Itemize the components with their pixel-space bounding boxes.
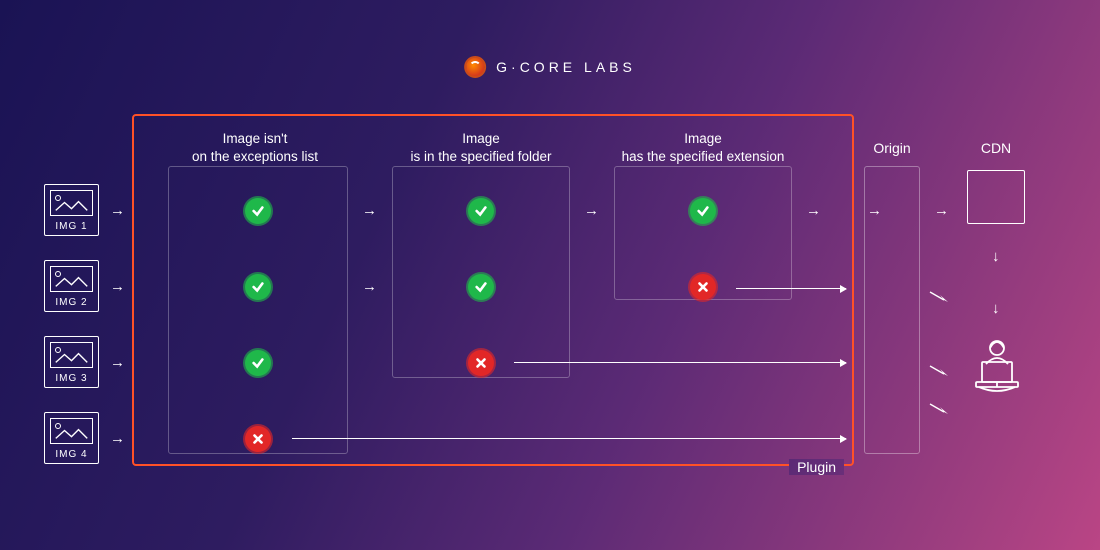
- cross-icon: [245, 426, 271, 452]
- arrow-right-icon: →: [110, 354, 125, 371]
- column-exceptions-label: Image isn't on the exceptions list: [170, 130, 340, 166]
- image-tile-1: IMG 1: [44, 184, 99, 236]
- cdn-box: [967, 170, 1025, 224]
- arrow-cdn-down-1: ↓: [992, 248, 1000, 265]
- check-icon: [690, 198, 716, 224]
- image-tile-caption: IMG 4: [45, 449, 98, 460]
- logo-text: G·CORE LABS: [496, 59, 636, 75]
- image-tile-caption: IMG 1: [45, 221, 98, 232]
- check-icon: [468, 274, 494, 300]
- arrow-long-right: [292, 438, 846, 439]
- arrow-origin-to-user-1: [928, 288, 950, 304]
- image-tile-caption: IMG 3: [45, 373, 98, 384]
- arrow-right-icon: →: [806, 202, 821, 219]
- user-at-computer-icon: [962, 334, 1032, 399]
- check-icon: [468, 198, 494, 224]
- arrow-right-icon: →: [110, 278, 125, 295]
- cross-icon: [690, 274, 716, 300]
- check-icon: [245, 198, 271, 224]
- logo-icon: [464, 56, 486, 78]
- cdn-label: CDN: [967, 140, 1025, 156]
- image-tile-caption: IMG 2: [45, 297, 98, 308]
- arrow-cdn-down-2: ↓: [992, 300, 1000, 317]
- cross-icon: [468, 350, 494, 376]
- arrow-right-icon: →: [362, 278, 377, 295]
- image-tile-2: IMG 2: [44, 260, 99, 312]
- arrow-right-icon: →: [110, 430, 125, 447]
- arrow-right-icon: →: [934, 202, 949, 219]
- arrow-right-icon: →: [110, 202, 125, 219]
- image-tile-3: IMG 3: [44, 336, 99, 388]
- arrow-long-right: [514, 362, 846, 363]
- arrow-origin-to-user-2: [928, 362, 950, 378]
- brand-logo: G·CORE LABS: [464, 56, 636, 78]
- column-extension-label: Image has the specified extension: [598, 130, 808, 166]
- plugin-label: Plugin: [789, 459, 844, 475]
- check-icon: [245, 350, 271, 376]
- arrow-origin-to-user-3: [928, 400, 950, 416]
- arrow-right-icon: →: [584, 202, 599, 219]
- column-folder-label: Image is in the specified folder: [386, 130, 576, 166]
- origin-box: [864, 166, 920, 454]
- image-tile-4: IMG 4: [44, 412, 99, 464]
- arrow-right-icon: →: [362, 202, 377, 219]
- origin-label: Origin: [864, 140, 920, 156]
- arrow-long-right: [736, 288, 846, 289]
- check-icon: [245, 274, 271, 300]
